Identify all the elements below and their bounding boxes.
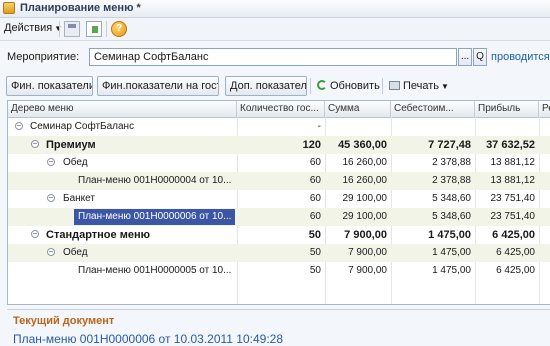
cell-sum: 7 900,00 xyxy=(344,229,387,241)
table-row[interactable]: − Стандартное меню 50 7 900,00 1 475,00 … xyxy=(8,226,550,244)
help-icon[interactable]: ? xyxy=(111,21,127,37)
collapse-icon[interactable]: − xyxy=(31,140,39,148)
tree-node-label: Обед xyxy=(63,247,88,258)
tree-node-label-selected: План-меню 001Н0000006 от 10... xyxy=(74,208,236,226)
tree-node-label: План-меню 001Н0000004 от 10... xyxy=(78,175,232,186)
cell-cost: 1 475,00 xyxy=(432,247,471,258)
toolbar-separator xyxy=(59,21,60,37)
table-row[interactable]: − Семинар СофтБаланс - xyxy=(8,118,550,136)
tree-node-label: Банкет xyxy=(63,193,95,204)
cell-cost: 5 348,60 xyxy=(432,193,471,204)
toolbar-separator xyxy=(382,78,383,94)
event-input[interactable]: Семинар СофтБаланс xyxy=(89,48,457,66)
tree-node-label: Семинар СофтБаланс xyxy=(30,121,135,132)
refresh-button[interactable]: Обновить xyxy=(317,80,380,92)
refresh-icon xyxy=(317,80,327,90)
save-icon[interactable] xyxy=(64,21,80,37)
collapse-icon[interactable]: − xyxy=(47,194,55,202)
cell-guests: 60 xyxy=(309,157,321,168)
cell-cost: 5 348,60 xyxy=(432,211,471,222)
menubar: Действия▼ ? xyxy=(0,18,550,41)
cell-cost: 7 727,48 xyxy=(428,139,471,151)
collapse-icon[interactable]: − xyxy=(47,248,55,256)
cell-guests: 60 xyxy=(309,211,321,222)
cell-guests: 120 xyxy=(302,139,321,151)
toolbar-separator xyxy=(310,78,311,94)
cell-sum: 7 900,00 xyxy=(348,247,387,258)
tree-node-label: План-меню 001Н0000005 от 10... xyxy=(78,265,232,276)
column-header-tree[interactable]: Дерево меню xyxy=(8,101,237,117)
fin-per-guest-button[interactable]: Фин.показатели на гостя xyxy=(97,76,219,96)
current-document-link[interactable]: План-меню 001Н0000006 от 10.03.2011 10:4… xyxy=(13,332,283,346)
cell-sum: 7 900,00 xyxy=(348,265,387,276)
cell-guests: 50 xyxy=(309,265,321,276)
selected-node[interactable]: План-меню 001Н0000006 от 10... xyxy=(74,209,236,225)
cell-sum: 16 260,00 xyxy=(342,175,388,186)
column-header-guests[interactable]: Количество гос... xyxy=(237,101,325,117)
cell-profit: 23 751,40 xyxy=(490,193,536,204)
cell-cost: 2 378,88 xyxy=(432,157,471,168)
collapse-icon[interactable]: − xyxy=(31,230,39,238)
cell-profit: 13 881,12 xyxy=(490,175,536,186)
collapse-icon[interactable]: − xyxy=(15,122,23,130)
tree-node-label: Обед xyxy=(63,157,88,168)
event-dates-link[interactable]: проводится с 1 xyxy=(491,51,550,63)
table-row[interactable]: План-меню 001Н0000006 от 10... 60 29 100… xyxy=(8,208,550,226)
actions-menu[interactable]: Действия▼ xyxy=(4,22,62,34)
cell-profit: 23 751,40 xyxy=(490,211,536,222)
window-titlebar: Планирование меню * xyxy=(0,0,550,18)
current-document-label: Текущий документ xyxy=(13,315,115,327)
cell-profit: 6 425,00 xyxy=(492,229,535,241)
extra-indicators-button[interactable]: Доп. показатели xyxy=(225,76,307,96)
print-label: Печать xyxy=(403,80,440,92)
event-open-button[interactable]: Q xyxy=(473,48,487,66)
event-select-button[interactable]: ... xyxy=(458,48,472,66)
column-header-profitability[interactable]: Рент xyxy=(539,101,550,117)
grid-header: Дерево меню Количество гос... Сумма Себе… xyxy=(8,101,550,118)
table-row[interactable]: − Обед 60 16 260,00 2 378,88 13 881,12 xyxy=(8,154,550,172)
table-row[interactable]: План-меню 001Н0000004 от 10... 60 16 260… xyxy=(8,172,550,190)
print-menu[interactable]: Печать ▼ xyxy=(389,80,449,92)
table-row[interactable]: − Премиум 120 45 360,00 7 727,48 37 632,… xyxy=(8,136,550,154)
chevron-down-icon: ▼ xyxy=(441,82,449,91)
cell-guests: 60 xyxy=(309,175,321,186)
cell-cost: 1 475,00 xyxy=(428,229,471,241)
cell-profit: 13 881,12 xyxy=(490,157,536,168)
actions-menu-label: Действия xyxy=(4,22,53,34)
printer-icon xyxy=(389,81,400,90)
cell-guests: 60 xyxy=(309,193,321,204)
collapse-icon[interactable]: − xyxy=(47,158,55,166)
column-header-cost[interactable]: Себестоим... xyxy=(391,101,475,117)
cell-sum: 45 360,00 xyxy=(338,139,387,151)
app-icon xyxy=(3,2,15,14)
fin-indicators-button[interactable]: Фин. показатели xyxy=(6,76,93,96)
menu-tree-grid[interactable]: Дерево меню Количество гос... Сумма Себе… xyxy=(7,100,550,305)
cell-profit: 37 632,52 xyxy=(486,139,535,151)
toolbar-separator xyxy=(106,21,107,37)
column-header-profit[interactable]: Прибыль xyxy=(475,101,539,117)
cell-profit: 6 425,00 xyxy=(496,247,535,258)
table-row[interactable]: − Обед 50 7 900,00 1 475,00 6 425,00 xyxy=(8,244,550,262)
tree-node-label: Премиум xyxy=(46,139,96,151)
cell-cost: 2 378,88 xyxy=(432,175,471,186)
cell-guests: - xyxy=(317,121,321,132)
event-row: Мероприятие: Семинар СофтБаланс ... Q пр… xyxy=(0,41,550,71)
cell-guests: 50 xyxy=(308,229,321,241)
cell-sum: 29 100,00 xyxy=(342,193,388,204)
cell-sum: 29 100,00 xyxy=(342,211,388,222)
cell-cost: 1 475,00 xyxy=(432,265,471,276)
table-row[interactable]: − Банкет 60 29 100,00 5 348,60 23 751,40 xyxy=(8,190,550,208)
document-move-icon[interactable] xyxy=(86,21,102,37)
window-title: Планирование меню * xyxy=(20,2,141,14)
cell-profit: 6 425,00 xyxy=(496,265,535,276)
tree-node-label: Стандартное меню xyxy=(46,229,150,241)
cell-guests: 50 xyxy=(309,247,321,258)
report-toolbar: Фин. показатели Фин.показатели на гостя … xyxy=(0,76,550,98)
current-document-panel: Текущий документ План-меню 001Н0000006 о… xyxy=(7,309,550,346)
cell-sum: 16 260,00 xyxy=(342,157,388,168)
table-row[interactable]: План-меню 001Н0000005 от 10... 50 7 900,… xyxy=(8,262,550,280)
event-label: Мероприятие: xyxy=(7,51,80,63)
column-header-sum[interactable]: Сумма xyxy=(325,101,391,117)
refresh-label: Обновить xyxy=(330,80,380,92)
